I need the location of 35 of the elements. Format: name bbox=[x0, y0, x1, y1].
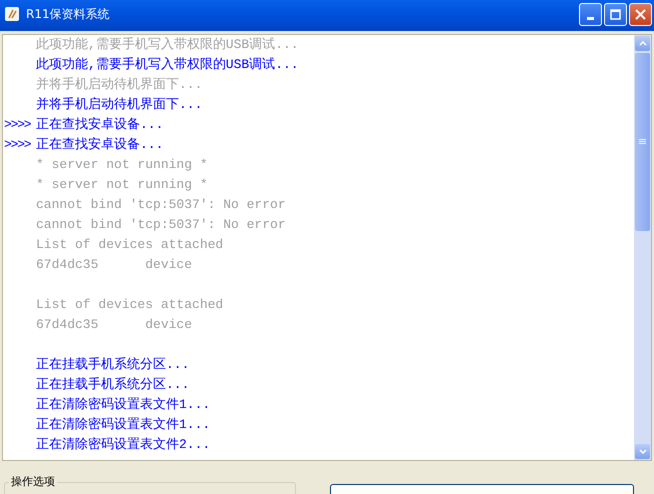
log-line: 正在清除密码设置表文件1... bbox=[36, 396, 210, 414]
log-line: 67d4dc35 device bbox=[36, 256, 192, 274]
minimize-icon bbox=[587, 16, 594, 20]
log-line: cannot bind 'tcp:5037': No error bbox=[36, 216, 286, 234]
log-line: 正在查找安卓设备... bbox=[36, 136, 164, 154]
log-line: 正在清除密码设置表文件1... bbox=[36, 416, 210, 434]
log-line: 并将手机启动待机界面下... bbox=[36, 96, 202, 114]
log-line: 此项功能,需要手机写入带权限的USB调试... bbox=[36, 36, 299, 54]
log-line: 67d4dc35 device bbox=[36, 316, 192, 334]
prompt-marker: >>>> bbox=[4, 137, 30, 152]
maximize-button[interactable] bbox=[604, 2, 627, 26]
log-line: 正在挂载手机系统分区... bbox=[36, 356, 190, 374]
log-line: List of devices attached bbox=[36, 296, 224, 314]
log-line: * server not running * bbox=[36, 176, 208, 194]
chevron-down-icon bbox=[638, 449, 646, 454]
log-line: 此项功能,需要手机写入带权限的USB调试... bbox=[36, 56, 299, 74]
close-button[interactable] bbox=[629, 2, 652, 26]
grip-icon bbox=[639, 139, 646, 145]
chevron-up-icon bbox=[638, 41, 646, 46]
log-line: * server not running * bbox=[36, 156, 208, 174]
close-icon bbox=[635, 8, 646, 20]
vertical-scrollbar[interactable] bbox=[634, 35, 651, 460]
log-line: 并将手机启动待机界面下... bbox=[36, 76, 202, 94]
maximize-icon bbox=[610, 8, 621, 20]
log-line: 正在查找安卓设备... bbox=[36, 116, 164, 134]
scroll-thumb[interactable] bbox=[635, 53, 650, 231]
log-line: 正在清除密码设置表文件2... bbox=[36, 436, 210, 454]
group-title: 操作选项 bbox=[9, 474, 57, 489]
window-title: R11保资料系统 bbox=[26, 6, 111, 22]
app-icon bbox=[4, 6, 20, 22]
minimize-button[interactable] bbox=[579, 2, 602, 26]
log-line: List of devices attached bbox=[36, 236, 224, 254]
log-line: cannot bind 'tcp:5037': No error bbox=[36, 196, 286, 214]
prompt-marker: >>>> bbox=[4, 117, 30, 132]
log-line: 正在挂载手机系统分区... bbox=[36, 376, 190, 394]
